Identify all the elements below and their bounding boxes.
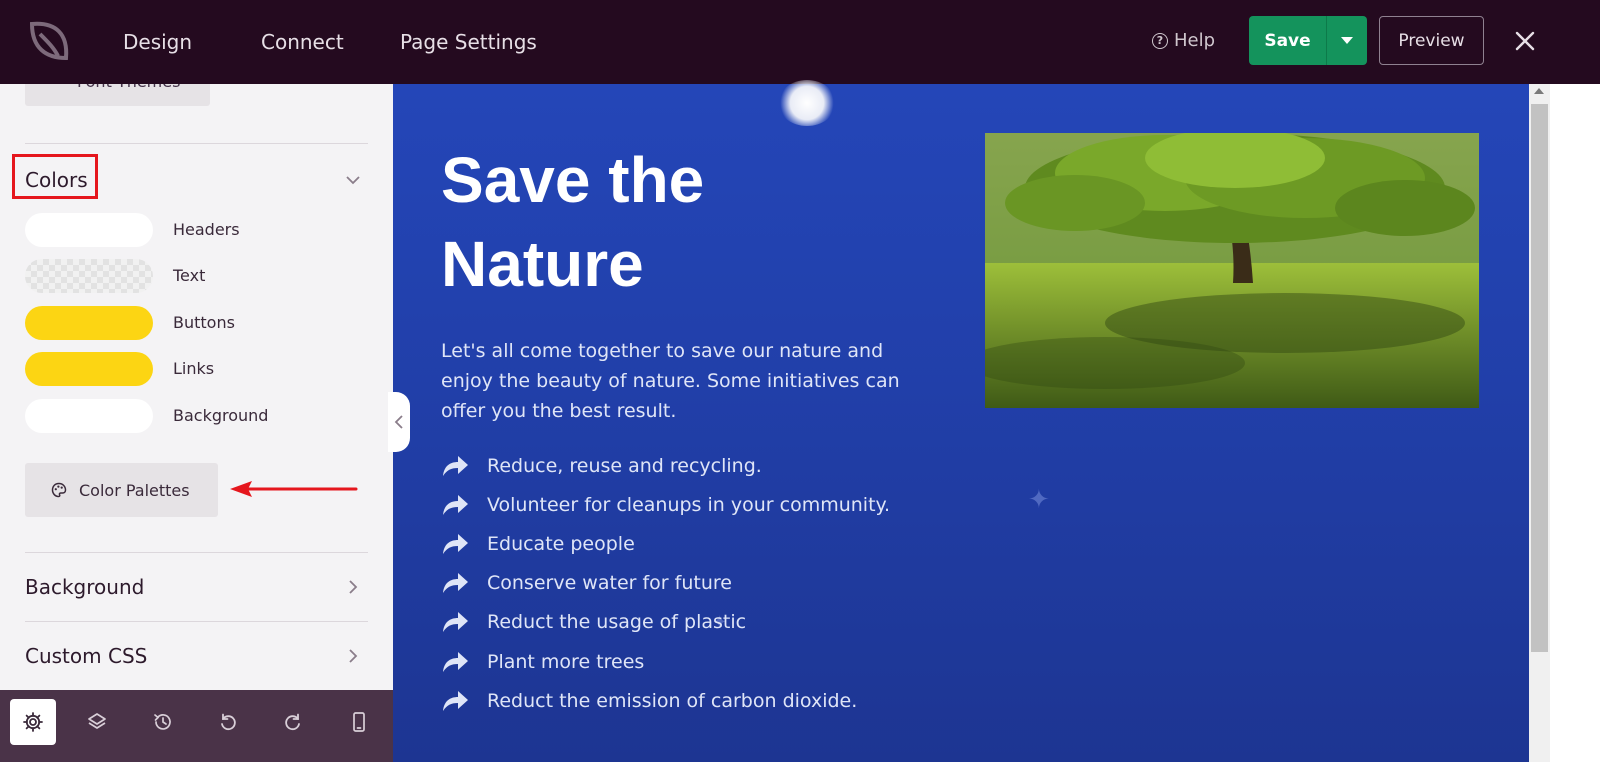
top-bar: Design Connect Page Settings ? Help Save… bbox=[0, 0, 1600, 84]
share-arrow-icon bbox=[443, 651, 468, 672]
color-swatch[interactable] bbox=[25, 259, 153, 293]
nav-page-settings[interactable]: Page Settings bbox=[400, 30, 537, 54]
share-arrow-icon bbox=[443, 612, 468, 633]
layers-button[interactable] bbox=[74, 699, 120, 745]
bottom-toolbar bbox=[0, 690, 393, 762]
redo-icon bbox=[285, 713, 300, 731]
colors-section-title[interactable]: Colors bbox=[25, 168, 88, 192]
hero-description[interactable]: Let's all come together to save our natu… bbox=[441, 336, 941, 426]
color-swatch[interactable] bbox=[25, 352, 153, 386]
close-icon[interactable] bbox=[1510, 26, 1540, 56]
list-item-text: Conserve water for future bbox=[487, 572, 732, 595]
share-arrow-icon bbox=[443, 690, 468, 711]
nav-connect[interactable]: Connect bbox=[261, 30, 344, 54]
list-item-text: Reduce, reuse and recycling. bbox=[487, 454, 762, 477]
sparkle-icon: ✦ bbox=[1028, 484, 1050, 514]
swatch-headers[interactable]: Headers bbox=[25, 213, 355, 247]
list-item: Plant more trees bbox=[441, 642, 961, 681]
caret-down-icon bbox=[1341, 37, 1353, 44]
color-palettes-button[interactable]: Color Palettes bbox=[25, 463, 218, 517]
mobile-icon bbox=[353, 712, 365, 732]
swatch-label: Text bbox=[173, 266, 206, 285]
list-item-text: Reduct the usage of plastic bbox=[487, 611, 747, 634]
chevron-right-icon[interactable] bbox=[345, 648, 361, 664]
color-swatch[interactable] bbox=[25, 399, 153, 433]
palette-icon bbox=[51, 482, 67, 498]
list-item-text: Reduct the emission of carbon dioxide. bbox=[487, 689, 858, 712]
help-icon: ? bbox=[1152, 32, 1168, 49]
swatch-label: Background bbox=[173, 406, 269, 425]
redo-button[interactable] bbox=[270, 699, 316, 745]
revision-history-button[interactable] bbox=[140, 699, 186, 745]
undo-icon bbox=[221, 713, 236, 731]
save-options-dropdown[interactable] bbox=[1326, 16, 1367, 65]
chevron-down-icon[interactable] bbox=[345, 172, 361, 188]
list-item-text: Plant more trees bbox=[487, 650, 645, 673]
annotation-arrow-icon bbox=[230, 481, 358, 497]
scrollbar-thumb[interactable] bbox=[1531, 104, 1548, 652]
list-item: Reduct the usage of plastic bbox=[441, 603, 961, 642]
scroll-up-icon[interactable] bbox=[1534, 88, 1544, 94]
undo-button[interactable] bbox=[205, 699, 251, 745]
tree-image[interactable] bbox=[985, 133, 1479, 408]
save-button-group: Save bbox=[1249, 16, 1367, 65]
swatch-background[interactable]: Background bbox=[25, 399, 355, 433]
layers-icon bbox=[88, 713, 106, 729]
settings-icon bbox=[23, 712, 43, 732]
swatch-label: Headers bbox=[173, 220, 240, 239]
preview-button[interactable]: Preview bbox=[1379, 16, 1484, 65]
color-palettes-label: Color Palettes bbox=[79, 480, 190, 500]
swatch-label: Buttons bbox=[173, 313, 235, 332]
save-button[interactable]: Save bbox=[1249, 16, 1326, 65]
global-settings-button[interactable] bbox=[10, 699, 56, 745]
right-gutter bbox=[1550, 84, 1600, 762]
design-sidebar: Font Themes Colors Headers Text Buttons … bbox=[0, 84, 393, 690]
history-icon bbox=[154, 714, 171, 730]
divider bbox=[25, 552, 368, 553]
font-themes-button[interactable]: Font Themes bbox=[25, 84, 210, 106]
swatch-text[interactable]: Text bbox=[25, 259, 355, 293]
list-item-text: Volunteer for cleanups in your community… bbox=[487, 493, 891, 516]
help-label: Help bbox=[1174, 30, 1216, 51]
background-section-title[interactable]: Background bbox=[25, 575, 144, 599]
divider bbox=[25, 621, 368, 622]
color-swatch[interactable] bbox=[25, 213, 153, 247]
list-item-text: Educate people bbox=[487, 532, 635, 555]
collapse-sidebar-button[interactable] bbox=[388, 392, 410, 452]
color-swatch[interactable] bbox=[25, 306, 153, 340]
list-item: Reduce, reuse and recycling. bbox=[441, 446, 961, 485]
share-arrow-icon bbox=[443, 573, 468, 594]
list-item: Reduct the emission of carbon dioxide. bbox=[441, 681, 961, 720]
chevron-right-icon[interactable] bbox=[345, 579, 361, 595]
share-arrow-icon bbox=[443, 533, 468, 554]
list-item: Educate people bbox=[441, 524, 961, 563]
list-item: Volunteer for cleanups in your community… bbox=[441, 485, 961, 524]
share-arrow-icon bbox=[443, 455, 468, 476]
swatch-links[interactable]: Links bbox=[25, 352, 355, 386]
seedprod-logo-icon[interactable] bbox=[26, 18, 72, 64]
chevron-left-icon bbox=[394, 415, 403, 429]
swatch-label: Links bbox=[173, 359, 215, 378]
hero-heading[interactable]: Save the Nature bbox=[441, 138, 861, 306]
light-glow bbox=[778, 80, 836, 126]
share-arrow-icon bbox=[443, 494, 468, 515]
divider bbox=[25, 143, 368, 144]
nav-design[interactable]: Design bbox=[123, 30, 192, 54]
list-item: Conserve water for future bbox=[441, 564, 961, 603]
bullet-list[interactable]: Reduce, reuse and recycling. Volunteer f… bbox=[441, 446, 961, 720]
mobile-preview-button[interactable] bbox=[336, 699, 382, 745]
custom-css-section-title[interactable]: Custom CSS bbox=[25, 644, 147, 668]
help-link[interactable]: ? Help bbox=[1152, 30, 1215, 51]
swatch-buttons[interactable]: Buttons bbox=[25, 306, 355, 340]
